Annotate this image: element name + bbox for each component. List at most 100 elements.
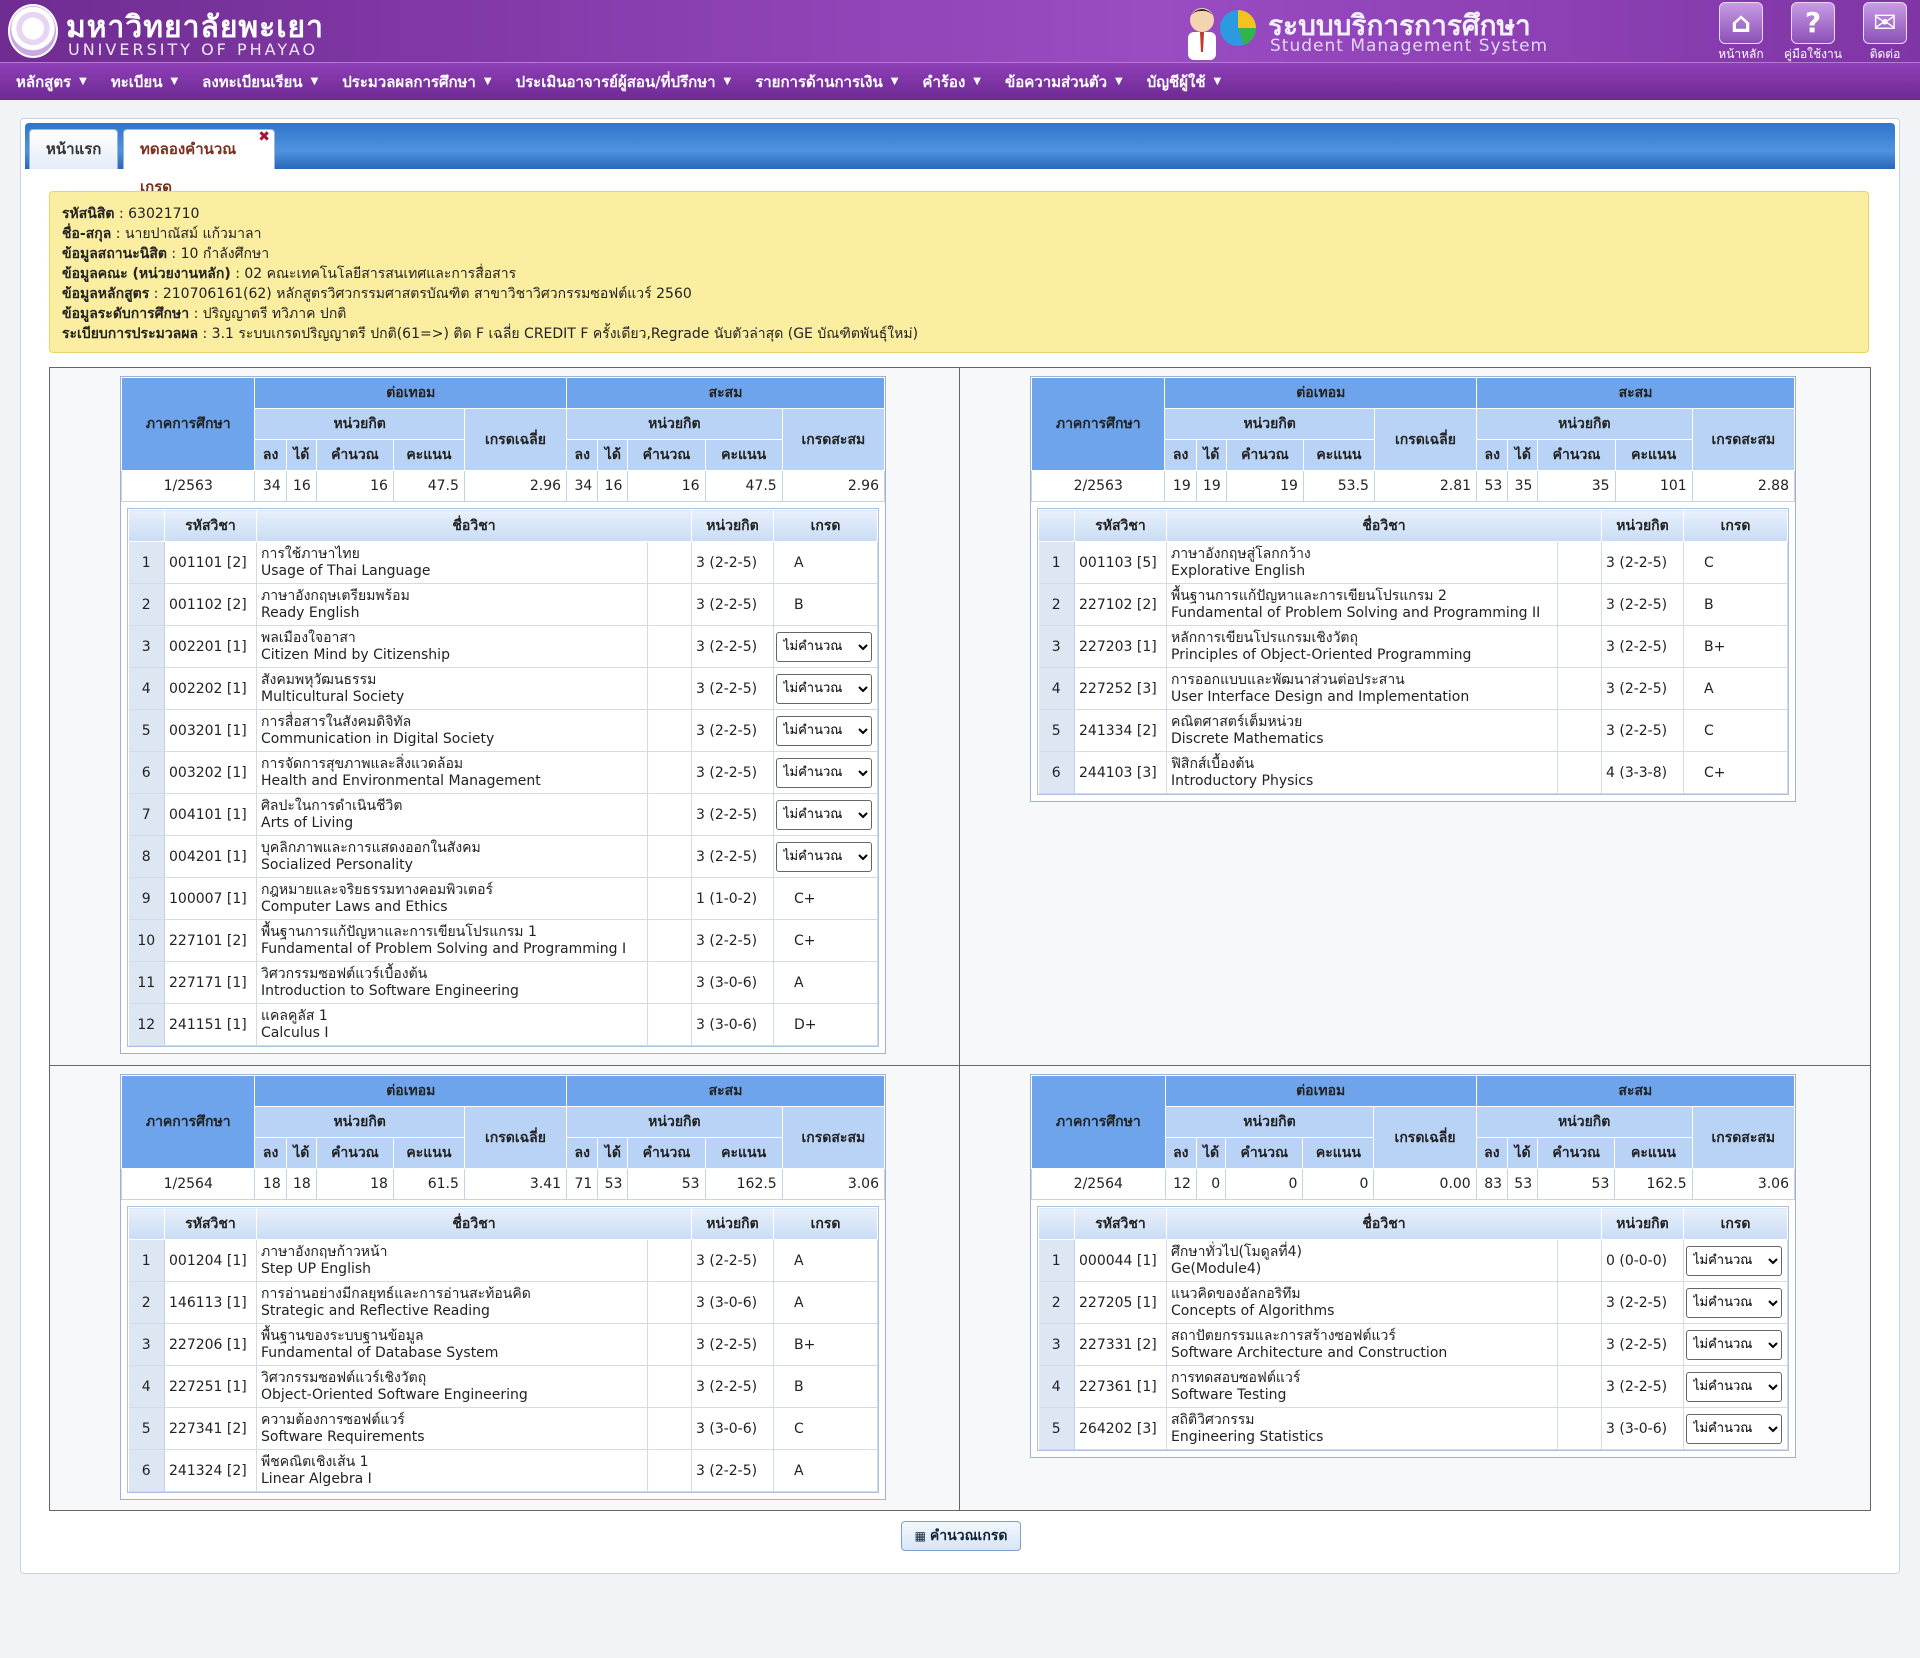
summary-value: 0 <box>1195 1168 1227 1200</box>
grade-header: เกรด <box>1683 1207 1788 1240</box>
course-name-en: Software Testing <box>1171 1386 1287 1403</box>
course-name-th: การทดสอบซอฟต์แวร์ <box>1171 1369 1301 1386</box>
summary-value: 16 <box>315 470 394 502</box>
course-credit: 3 (2-2-5) <box>691 1323 774 1366</box>
grade-select[interactable]: ไม่คำนวณ <box>776 799 872 830</box>
course-spacer <box>647 919 692 962</box>
student-info-row: ระเบียบการประมวลผล : 3.1 ระบบเกรดปริญญาต… <box>62 326 919 342</box>
menu-item-4[interactable]: ประเมินอาจารย์ผู้สอน/ที่ปรึกษา ▼ <box>504 70 744 94</box>
course-name-en: Fundamental of Database System <box>261 1344 499 1361</box>
course-credit: 3 (2-2-5) <box>691 1239 774 1282</box>
course-code: 000044 [1] <box>1074 1239 1167 1282</box>
semester-summary-table: ภาคการศึกษา ต่อเทอม สะสม หน่วยกิต เกรดเฉ… <box>1031 1075 1796 1200</box>
grade-select[interactable]: ไม่คำนวณ <box>1686 1329 1782 1360</box>
course-name-th: ภาษาอังกฤษสู่โลกกว้าง <box>1171 545 1311 562</box>
course-name-th: พีชคณิตเชิงเส้น 1 <box>261 1453 369 1470</box>
course-code: 004101 [1] <box>164 793 257 836</box>
menu-item-2[interactable]: ลงทะเบียนเรียน ▼ <box>190 70 330 94</box>
home-link[interactable]: ⌂ หน้าหลัก <box>1708 0 1774 62</box>
row-number: 10 <box>128 919 165 962</box>
course-name-en: Computer Laws and Ethics <box>261 898 448 915</box>
course-list: รหัสวิชา ชื่อวิชา หน่วยกิต เกรด 1 000044… <box>1037 1206 1789 1451</box>
close-tab-icon[interactable]: ✖ <box>258 118 270 156</box>
menu-item-7[interactable]: ข้อความส่วนตัว ▼ <box>993 70 1135 94</box>
menu-item-1[interactable]: ทะเบียน ▼ <box>99 70 190 94</box>
grade-select[interactable]: ไม่คำนวณ <box>776 715 872 746</box>
menu-item-0[interactable]: หลักสูตร ▼ <box>4 70 99 94</box>
course-code: 227101 [2] <box>164 919 257 962</box>
info-value: 210706161(62) หลักสูตรวิศวกรรมศาสตรบัณฑิ… <box>162 286 692 302</box>
grade-select[interactable]: ไม่คำนวณ <box>776 631 872 662</box>
course-name-th: บุคลิกภาพและการแสดงออกในสังคม <box>261 839 481 856</box>
grade-value: C <box>794 1420 804 1437</box>
menu-item-8[interactable]: บัญชีผู้ใช้ ▼ <box>1135 70 1233 94</box>
grade-select[interactable]: ไม่คำนวณ <box>1686 1413 1782 1444</box>
course-name: แคลคูลัส 1 Calculus I <box>256 1003 648 1046</box>
calc-header: คำนวณ <box>315 1137 394 1169</box>
course-grade: C+ <box>773 919 878 962</box>
course-name: สังคมพหุวัฒนธรรม Multicultural Society <box>256 667 648 710</box>
course-name: ความต้องการซอฟต์แวร์ Software Requiremen… <box>256 1407 648 1450</box>
summary-value: 18 <box>285 1168 317 1200</box>
course-code: 001102 [2] <box>164 583 257 626</box>
course-table: รหัสวิชา ชื่อวิชา หน่วยกิต เกรด 1 000044… <box>1038 1207 1788 1450</box>
menu-item-3[interactable]: ประมวลผลการศึกษา ▼ <box>330 70 503 94</box>
course-spacer <box>1557 1281 1602 1324</box>
course-code: 241151 [1] <box>164 1003 257 1046</box>
grade-select[interactable]: ไม่คำนวณ <box>776 673 872 704</box>
course-spacer <box>647 793 692 836</box>
grade-select[interactable]: ไม่คำนวณ <box>1686 1371 1782 1402</box>
course-grade: A <box>773 1449 878 1492</box>
calculate-grade-button[interactable]: ▦ คำนวณเกรด <box>901 1521 1021 1551</box>
mail-link[interactable]: ✉ ติดต่อ <box>1852 0 1918 62</box>
tab-grade-calculator[interactable]: ทดลองคำนวณเกรด ✖ <box>123 129 275 196</box>
grade-select[interactable]: ไม่คำนวณ <box>776 757 872 788</box>
tab-grade-calculator-label: ทดลองคำนวณเกรด <box>140 140 237 196</box>
unit-header: หน่วยกิต <box>1601 509 1684 542</box>
course-row: 11 227171 [1] วิศวกรรมซอฟต์แวร์เบื้องต้น… <box>128 961 878 1004</box>
summary-value: 19 <box>1164 470 1197 502</box>
course-row: 1 001103 [5] ภาษาอังกฤษสู่โลกกว้าง Explo… <box>1038 541 1788 584</box>
course-name-en: Multicultural Society <box>261 688 405 705</box>
course-spacer <box>647 541 692 584</box>
help-link[interactable]: ? คู่มือใช้งาน <box>1780 0 1846 62</box>
course-grade: ไม่คำนวณ <box>773 625 878 668</box>
course-name-en: Calculus I <box>261 1024 329 1041</box>
course-name-en: Fundamental of Problem Solving and Progr… <box>261 940 627 957</box>
course-credit: 3 (2-2-5) <box>691 583 774 626</box>
grade-select[interactable]: ไม่คำนวณ <box>776 841 872 872</box>
course-name-th: การสื่อสารในสังคมดิจิทัล <box>261 713 412 730</box>
grade-select[interactable]: ไม่คำนวณ <box>1686 1245 1782 1276</box>
course-code: 004201 [1] <box>164 835 257 878</box>
student-info-row: ข้อมูลหลักสูตร : 210706161(62) หลักสูตรว… <box>62 286 692 302</box>
code-header: รหัสวิชา <box>1074 1207 1167 1240</box>
course-name: วิศวกรรมซอฟต์แวร์เชิงวัตถุ Object-Orient… <box>256 1365 648 1408</box>
grade-header: เกรด <box>1683 509 1788 542</box>
grade-value: C+ <box>794 932 816 949</box>
menu-item-6[interactable]: คำร้อง ▼ <box>910 70 993 94</box>
summary-value: 35 <box>1537 470 1616 502</box>
course-name: วิศวกรรมซอฟต์แวร์เบื้องต้น Introduction … <box>256 961 648 1004</box>
course-spacer <box>1557 1365 1602 1408</box>
tab-home[interactable]: หน้าแรก <box>29 129 119 169</box>
course-row: 2 146113 [1] การอ่านอย่างมีกลยุทธ์และการ… <box>128 1281 878 1324</box>
course-code: 264202 [3] <box>1074 1407 1167 1450</box>
row-number: 2 <box>1038 583 1075 626</box>
course-name-th: การจัดการสุขภาพและสิ่งแวดล้อม <box>261 755 464 772</box>
row-number: 2 <box>128 1281 165 1324</box>
course-grade: ไม่คำนวณ <box>773 793 878 836</box>
course-credit: 3 (2-2-5) <box>691 751 774 794</box>
course-name-en: Object-Oriented Software Engineering <box>261 1386 528 1403</box>
grade-select[interactable]: ไม่คำนวณ <box>1686 1287 1782 1318</box>
unit-header: หน่วยกิต <box>691 509 774 542</box>
student-info-row: ข้อมูลสถานะนิสิต : 10 กำลังศึกษา <box>62 246 270 262</box>
course-name: บุคลิกภาพและการแสดงออกในสังคม Socialized… <box>256 835 648 878</box>
course-code: 227252 [3] <box>1074 667 1167 710</box>
menu-item-5[interactable]: รายการด้านการเงิน ▼ <box>743 70 910 94</box>
info-value: 10 กำลังศึกษา <box>180 246 270 262</box>
course-code: 003201 [1] <box>164 709 257 752</box>
summary-value: 19 <box>1225 470 1304 502</box>
course-name-th: สังคมพหุวัฒนธรรม <box>261 671 377 688</box>
university-logo[interactable] <box>8 4 58 58</box>
term-header: ต่อเทอม <box>254 377 568 409</box>
